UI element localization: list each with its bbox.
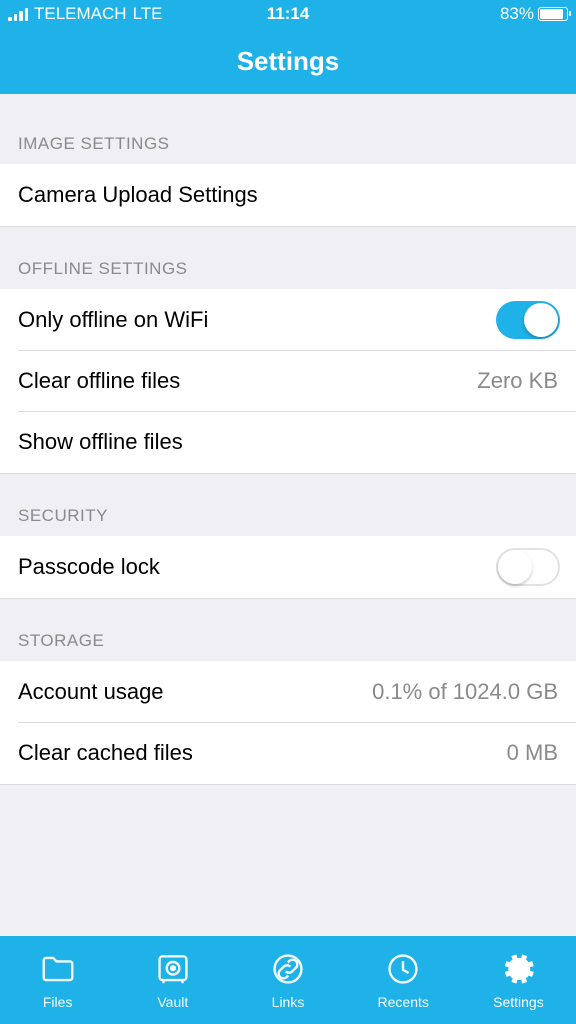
section-header-image: IMAGE SETTINGS: [0, 94, 576, 164]
carrier-label: TELEMACH: [34, 4, 127, 24]
network-label: LTE: [133, 4, 163, 24]
tab-bar: Files Vault Link: [0, 936, 576, 1024]
passcode-lock-toggle[interactable]: [496, 548, 560, 586]
tab-files[interactable]: Files: [0, 936, 115, 1024]
section-header-storage: STORAGE: [0, 599, 576, 661]
clear-cached-files-value: 0 MB: [507, 740, 558, 766]
status-right: 83%: [500, 4, 568, 24]
show-offline-files-row[interactable]: Show offline files: [0, 411, 576, 473]
folder-icon: [39, 950, 77, 991]
tab-settings[interactable]: Settings: [461, 936, 576, 1024]
only-offline-wifi-row[interactable]: Only offline on WiFi: [0, 289, 576, 351]
tab-recents[interactable]: Recents: [346, 936, 461, 1024]
signal-icon: [8, 7, 28, 21]
account-usage-value: 0.1% of 1024.0 GB: [372, 679, 558, 705]
camera-upload-settings-label: Camera Upload Settings: [18, 182, 558, 208]
only-offline-wifi-label: Only offline on WiFi: [18, 307, 496, 333]
page-title: Settings: [237, 46, 340, 77]
tab-vault-label: Vault: [157, 994, 188, 1010]
camera-upload-settings-row[interactable]: Camera Upload Settings: [0, 164, 576, 226]
clear-cached-files-label: Clear cached files: [18, 740, 507, 766]
tab-links-label: Links: [272, 994, 305, 1010]
tab-recents-label: Recents: [378, 994, 429, 1010]
tab-settings-label: Settings: [493, 994, 544, 1010]
passcode-lock-row[interactable]: Passcode lock: [0, 536, 576, 598]
clear-offline-files-row[interactable]: Clear offline files Zero KB: [0, 350, 576, 412]
tab-files-label: Files: [43, 994, 73, 1010]
show-offline-files-label: Show offline files: [18, 429, 558, 455]
link-icon: [269, 950, 307, 991]
clear-cached-files-row[interactable]: Clear cached files 0 MB: [0, 722, 576, 784]
status-time: 11:14: [267, 4, 310, 24]
clear-offline-files-value: Zero KB: [477, 368, 558, 394]
status-left: TELEMACH LTE: [8, 4, 163, 24]
section-header-offline: OFFLINE SETTINGS: [0, 227, 576, 289]
account-usage-label: Account usage: [18, 679, 372, 705]
nav-header: Settings: [0, 28, 576, 94]
tab-links[interactable]: Links: [230, 936, 345, 1024]
vault-icon: [154, 950, 192, 991]
clear-offline-files-label: Clear offline files: [18, 368, 477, 394]
clock-icon: [384, 950, 422, 991]
passcode-lock-label: Passcode lock: [18, 554, 496, 580]
status-bar: TELEMACH LTE 11:14 83%: [0, 0, 576, 28]
settings-content: IMAGE SETTINGS Camera Upload Settings OF…: [0, 94, 576, 936]
account-usage-row[interactable]: Account usage 0.1% of 1024.0 GB: [0, 661, 576, 723]
battery-percent: 83%: [500, 4, 534, 24]
section-header-security: SECURITY: [0, 474, 576, 536]
only-offline-wifi-toggle[interactable]: [496, 301, 560, 339]
tab-vault[interactable]: Vault: [115, 936, 230, 1024]
battery-icon: [538, 7, 568, 21]
gear-icon: [499, 950, 537, 991]
